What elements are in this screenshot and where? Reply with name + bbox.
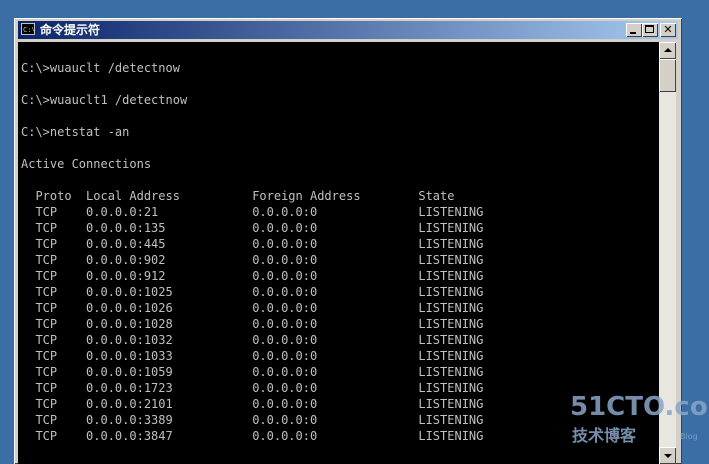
console-line: TCP 0.0.0.0:135 0.0.0.0:0 LISTENING — [21, 221, 484, 235]
console-line: TCP 0.0.0.0:21 0.0.0.0:0 LISTENING — [21, 205, 484, 219]
scroll-thumb[interactable] — [659, 59, 676, 92]
console-output[interactable]: C:\>wuauclt /detectnow C:\>wuauclt1 /dete… — [18, 42, 659, 464]
console-line: C:\>wuauclt1 /detectnow — [21, 93, 188, 107]
console-app-icon[interactable]: C:\ — [21, 23, 35, 35]
console-line: TCP 0.0.0.0:1032 0.0.0.0:0 LISTENING — [21, 333, 484, 347]
console-line: TCP 0.0.0.0:3847 0.0.0.0:0 LISTENING — [21, 429, 484, 443]
maximize-icon — [645, 25, 654, 33]
arrow-down-icon — [664, 454, 672, 458]
close-icon: ✕ — [663, 23, 673, 36]
close-button[interactable]: ✕ — [660, 23, 676, 37]
watermark-logo: 51CTO.com — [570, 392, 709, 422]
console-line: Proto Local Address Foreign Address Stat… — [21, 189, 455, 203]
console-line: TCP 0.0.0.0:2101 0.0.0.0:0 LISTENING — [21, 397, 484, 411]
console-line: TCP 0.0.0.0:3389 0.0.0.0:0 LISTENING — [21, 413, 484, 427]
console-line: TCP 0.0.0.0:1028 0.0.0.0:0 LISTENING — [21, 317, 484, 331]
title-bar[interactable]: C:\ 命令提示符 ✕ — [18, 21, 678, 39]
scroll-down-button[interactable] — [659, 447, 676, 464]
watermark-subtitle: 技术博客 — [572, 426, 637, 445]
arrow-up-icon — [664, 48, 672, 52]
console-line: TCP 0.0.0.0:1033 0.0.0.0:0 LISTENING — [21, 349, 484, 363]
console-line: TCP 0.0.0.0:1025 0.0.0.0:0 LISTENING — [21, 285, 484, 299]
maximize-button[interactable] — [642, 23, 658, 37]
console-line: TCP 0.0.0.0:912 0.0.0.0:0 LISTENING — [21, 269, 484, 283]
scroll-up-button[interactable] — [659, 42, 676, 59]
console-line: Active Connections — [21, 157, 152, 171]
console-line: TCP 0.0.0.0:1059 0.0.0.0:0 LISTENING — [21, 365, 484, 379]
title-bar-buttons: ✕ — [626, 23, 676, 37]
console-line: TCP 0.0.0.0:445 0.0.0.0:0 LISTENING — [21, 237, 484, 251]
watermark-blog: Blog — [680, 432, 698, 441]
console-line: C:\>wuauclt /detectnow — [21, 61, 180, 75]
minimize-button[interactable] — [626, 23, 642, 37]
console-line: TCP 0.0.0.0:902 0.0.0.0:0 LISTENING — [21, 253, 484, 267]
minimize-icon — [630, 32, 636, 34]
console-line: TCP 0.0.0.0:1026 0.0.0.0:0 LISTENING — [21, 301, 484, 315]
console-line: C:\>netstat -an — [21, 125, 130, 139]
console-line: TCP 0.0.0.0:1723 0.0.0.0:0 LISTENING — [21, 381, 484, 395]
window-title: 命令提示符 — [40, 23, 101, 37]
